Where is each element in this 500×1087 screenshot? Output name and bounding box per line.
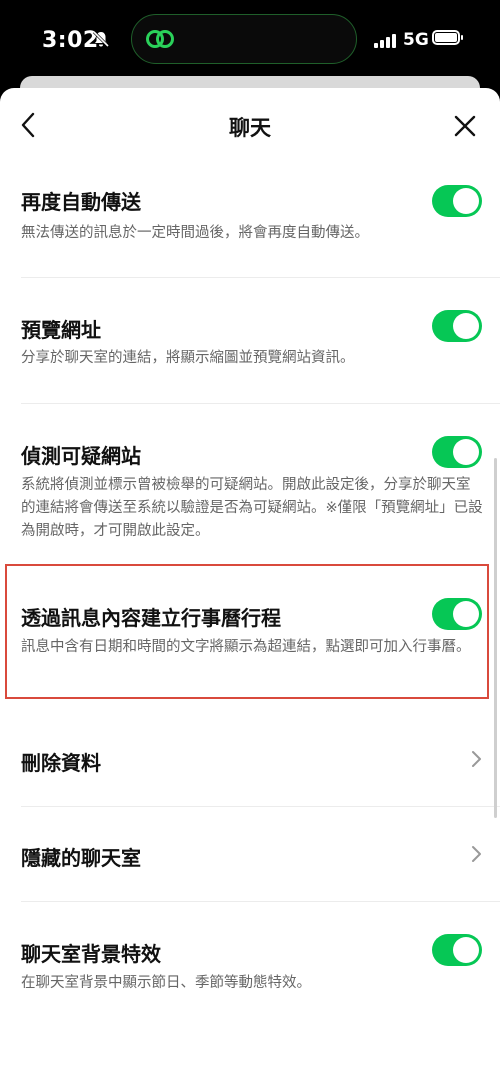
- status-bar: 3:02 5G: [0, 0, 500, 80]
- suspicious-site-toggle[interactable]: [432, 436, 482, 468]
- close-icon: [454, 115, 476, 137]
- setting-title: 再度自動傳送: [21, 190, 141, 214]
- auto-resend-toggle[interactable]: [432, 185, 482, 217]
- network-type: 5G: [403, 30, 429, 50]
- setting-title: 隱藏的聊天室: [21, 846, 141, 870]
- setting-title: 預覽網址: [21, 318, 101, 342]
- chevron-right-icon: [470, 750, 482, 768]
- nav-bar: 聊天: [0, 88, 500, 164]
- highlight-box: [5, 564, 489, 699]
- setting-hidden-chats[interactable]: 隱藏的聊天室: [0, 813, 500, 893]
- setting-description: 在聊天室背景中顯示節日、季節等動態特效。: [21, 975, 311, 991]
- setting-title: 偵測可疑網站: [21, 444, 141, 468]
- setting-delete-data[interactable]: 刪除資料: [0, 718, 500, 798]
- url-preview-toggle[interactable]: [432, 310, 482, 342]
- setting-description: 無法傳送的訊息於一定時間過後，將會再度自動傳送。: [21, 225, 369, 241]
- divider: [21, 403, 500, 404]
- setting-description: 分享於聊天室的連結，將顯示縮圖並預覽網站資訊。: [21, 350, 355, 366]
- status-time: 3:02: [42, 28, 99, 53]
- signal-icon: [374, 33, 398, 52]
- background-effects-toggle[interactable]: [432, 934, 482, 966]
- chat-settings-sheet: 聊天 再度自動傳送 無法傳送的訊息於一定時間過後，將會再度自動傳送。 預覽網址 …: [0, 88, 500, 1087]
- divider: [21, 806, 500, 807]
- divider: [21, 901, 500, 902]
- battery-icon: [432, 30, 463, 45]
- calendar-event-toggle[interactable]: [432, 598, 482, 630]
- setting-title: 透過訊息內容建立行事曆行程: [21, 606, 281, 630]
- setting-description: 系統將偵測並標示曾被檢舉的可疑網站。開啟此設定後，分享於聊天室的連結將會傳送至系…: [21, 477, 483, 539]
- setting-description: 訊息中含有日期和時間的文字將顯示為超連結，點選即可加入行事曆。: [21, 639, 471, 655]
- scrollbar[interactable]: [494, 458, 497, 818]
- chevron-right-icon: [470, 845, 482, 863]
- close-button[interactable]: [451, 112, 479, 140]
- divider: [21, 277, 500, 278]
- setting-title: 聊天室背景特效: [21, 942, 161, 966]
- page-title: 聊天: [229, 116, 271, 140]
- dynamic-island: [131, 14, 357, 64]
- bell-off-icon: [92, 30, 110, 52]
- link-logo-icon: [144, 24, 176, 58]
- setting-title: 刪除資料: [21, 751, 101, 775]
